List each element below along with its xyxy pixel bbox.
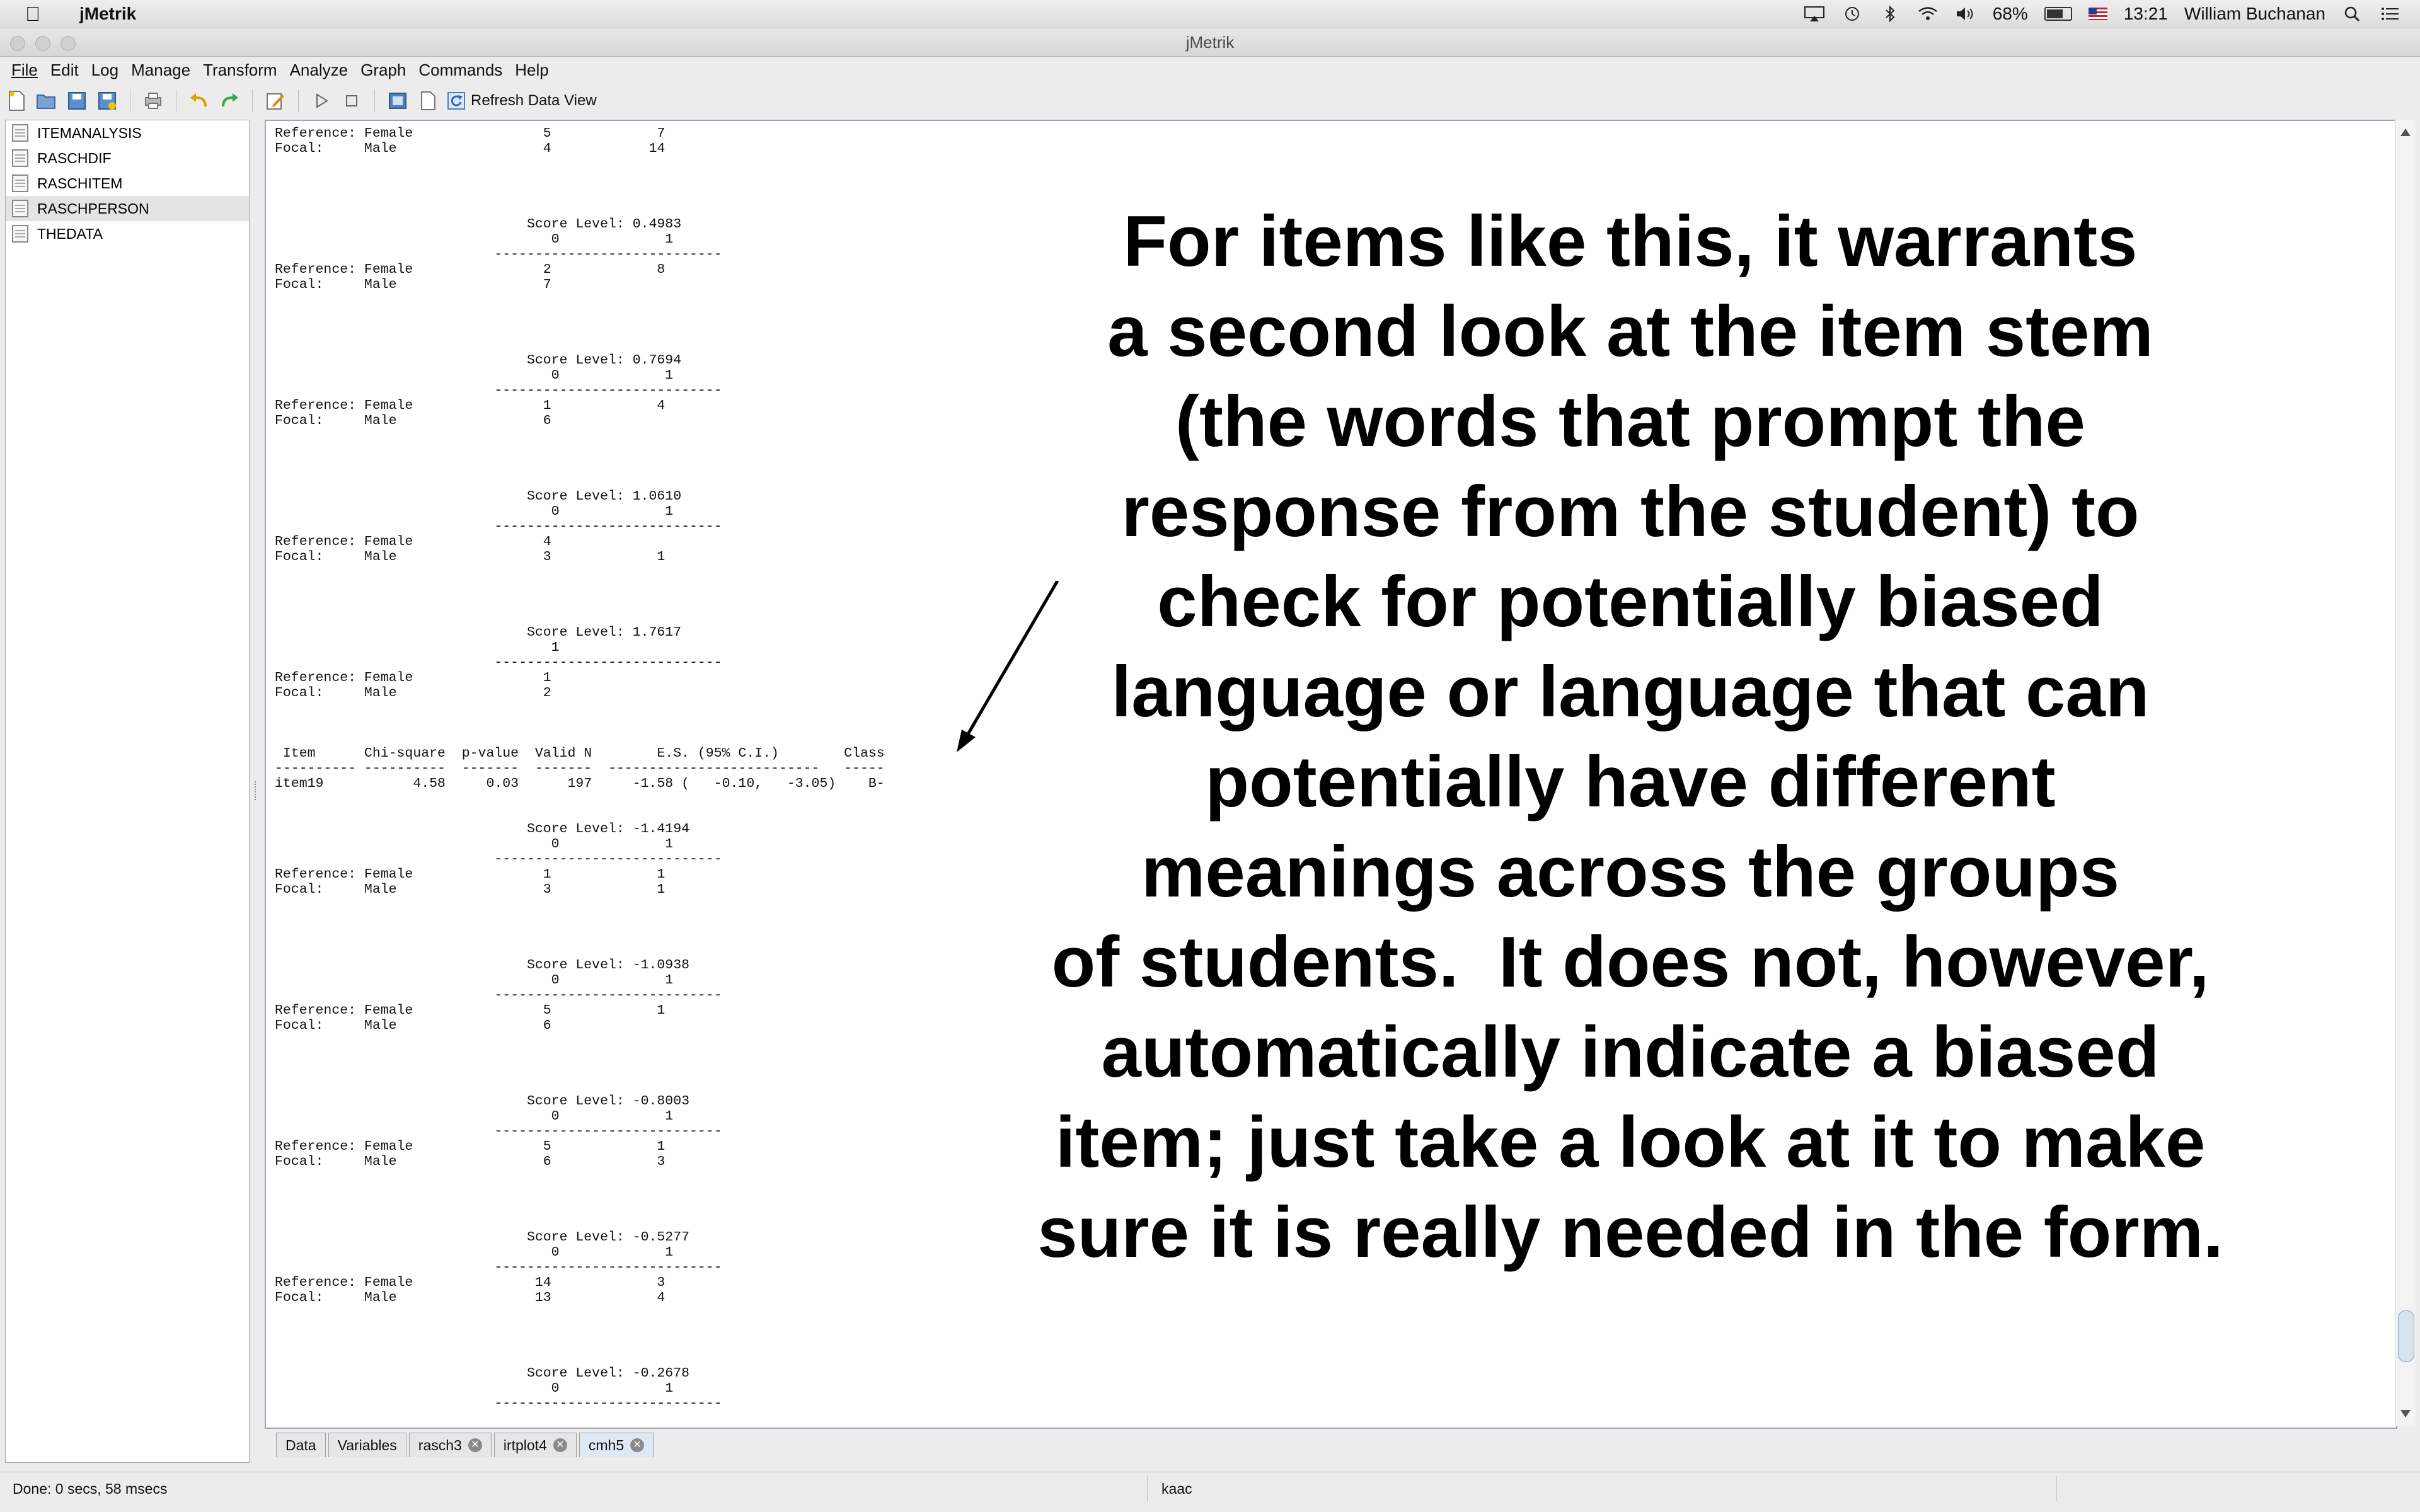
scroll-down-icon[interactable] xyxy=(2400,1410,2411,1418)
battery-percent[interactable]: 68% xyxy=(1993,4,2028,24)
close-tab-icon[interactable]: ✕ xyxy=(468,1438,482,1452)
minimize-window-button[interactable] xyxy=(35,36,50,51)
menubar-clock[interactable]: 13:21 xyxy=(2124,4,2168,24)
tree-item-raschperson[interactable]: RASCHPERSON xyxy=(6,196,249,221)
airplay-icon[interactable] xyxy=(1804,6,1825,22)
window-title: jMetrik xyxy=(1185,33,1235,52)
tab-variables[interactable]: Variables xyxy=(328,1433,406,1457)
output-text-panel[interactable]: Reference: Female 5 7 Focal: Male 4 14 S… xyxy=(265,120,2397,1429)
menu-graph[interactable]: Graph xyxy=(360,60,406,80)
tree-item-label: THEDATA xyxy=(37,225,103,242)
menu-transform[interactable]: Transform xyxy=(203,60,277,80)
tab-label: Variables xyxy=(337,1436,397,1453)
table-icon xyxy=(12,124,28,142)
tab-irtplot4[interactable]: irtplot4 ✕ xyxy=(493,1433,577,1457)
save-as-icon[interactable] xyxy=(96,89,118,112)
tab-label: rasch3 xyxy=(418,1436,462,1453)
data-view-icon[interactable] xyxy=(386,89,409,112)
annotation-callout: For items like this, it warrants a secon… xyxy=(1037,202,2223,1273)
battery-icon[interactable] xyxy=(2044,7,2072,21)
scrollbar-thumb[interactable] xyxy=(2398,1310,2414,1362)
stop-icon[interactable] xyxy=(340,89,363,112)
tree-item-itemanalysis[interactable]: ITEMANALYSIS xyxy=(6,120,249,146)
tree-item-thedata[interactable]: THEDATA xyxy=(6,221,249,246)
input-source-flag-icon[interactable] xyxy=(2088,8,2107,20)
tab-label: cmh5 xyxy=(588,1436,625,1453)
output-scrollbar[interactable] xyxy=(2395,120,2416,1426)
tab-rasch3[interactable]: rasch3 ✕ xyxy=(408,1433,492,1457)
annotation-arrow xyxy=(957,581,1059,752)
menu-manage[interactable]: Manage xyxy=(131,60,190,80)
status-user: kaac xyxy=(1148,1476,2057,1501)
status-message: Done: 0 secs, 58 msecs xyxy=(0,1476,1148,1501)
menu-log[interactable]: Log xyxy=(91,60,118,80)
tab-label: Data xyxy=(285,1436,316,1453)
table-icon xyxy=(12,200,28,217)
time-machine-icon[interactable] xyxy=(1841,6,1863,22)
toolbar-separator xyxy=(252,89,253,112)
app-menubar: File Edit Log Manage Transform Analyze G… xyxy=(0,57,2420,83)
tab-cmh5[interactable]: cmh5 ✕ xyxy=(579,1433,654,1457)
open-folder-icon[interactable] xyxy=(35,89,58,112)
menu-analyze[interactable]: Analyze xyxy=(290,60,349,80)
apple-icon[interactable]:  xyxy=(25,3,40,26)
refresh-icon xyxy=(447,92,465,110)
menu-help[interactable]: Help xyxy=(515,60,548,80)
status-bar: Done: 0 secs, 58 msecs kaac xyxy=(0,1472,2420,1505)
menubar-app-name[interactable]: jMetrik xyxy=(79,4,136,24)
toolbar-separator xyxy=(298,89,299,112)
panel-splitter[interactable] xyxy=(251,120,261,1462)
scroll-up-icon[interactable] xyxy=(2400,129,2411,136)
refresh-data-view-label: Refresh Data View xyxy=(471,92,597,109)
tree-item-label: ITEMANALYSIS xyxy=(37,124,142,141)
tree-item-raschitem[interactable]: RASCHITEM xyxy=(6,171,249,196)
notification-center-icon[interactable] xyxy=(2380,6,2401,22)
macos-menubar:  jMetrik 68% 13:21 William Buchanan xyxy=(0,0,2420,28)
tree-item-label: RASCHPERSON xyxy=(37,200,149,217)
menu-file[interactable]: File xyxy=(11,60,38,80)
volume-icon[interactable] xyxy=(1955,6,1976,22)
toolbar-separator xyxy=(374,89,375,112)
new-file-icon[interactable] xyxy=(5,89,28,112)
table-icon xyxy=(12,149,28,167)
wifi-icon[interactable] xyxy=(1917,6,1939,22)
menu-edit[interactable]: Edit xyxy=(50,60,79,80)
close-tab-icon[interactable]: ✕ xyxy=(630,1438,645,1452)
window-controls xyxy=(10,36,76,51)
tab-label: irtplot4 xyxy=(503,1436,547,1453)
run-icon[interactable] xyxy=(310,89,333,112)
close-window-button[interactable] xyxy=(10,36,25,51)
menubar-status-area: 68% 13:21 William Buchanan xyxy=(1804,4,2401,24)
data-table-tree: ITEMANALYSIS RASCHDIF RASCHITEM RASCHPER… xyxy=(5,120,250,1463)
print-icon[interactable] xyxy=(142,89,164,112)
tree-item-label: RASCHITEM xyxy=(37,175,123,192)
output-tabs: Data Variables rasch3 ✕ irtplot4 ✕ cmh5 … xyxy=(276,1433,654,1458)
zoom-window-button[interactable] xyxy=(60,36,76,51)
window-title-bar: jMetrik xyxy=(0,28,2420,57)
edit-icon[interactable] xyxy=(264,89,287,112)
close-tab-icon[interactable]: ✕ xyxy=(553,1438,567,1452)
tree-item-raschdif[interactable]: RASCHDIF xyxy=(6,146,249,171)
undo-icon[interactable] xyxy=(188,89,210,112)
cmh-output-text: Reference: Female 5 7 Focal: Male 4 14 S… xyxy=(275,126,885,1411)
document-icon[interactable] xyxy=(417,89,439,112)
redo-icon[interactable] xyxy=(218,89,241,112)
refresh-data-view-button[interactable]: Refresh Data View xyxy=(447,91,597,110)
save-icon[interactable] xyxy=(66,89,88,112)
table-icon xyxy=(12,175,28,192)
tree-item-label: RASCHDIF xyxy=(37,149,112,166)
status-empty-cell xyxy=(2057,1476,2420,1501)
menu-commands[interactable]: Commands xyxy=(418,60,502,80)
menubar-user[interactable]: William Buchanan xyxy=(2184,4,2325,24)
tab-data[interactable]: Data xyxy=(276,1433,326,1457)
bluetooth-icon[interactable] xyxy=(1879,5,1901,23)
table-icon xyxy=(12,225,28,243)
toolbar: Refresh Data View xyxy=(0,84,2420,117)
spotlight-search-icon[interactable] xyxy=(2342,6,2363,22)
